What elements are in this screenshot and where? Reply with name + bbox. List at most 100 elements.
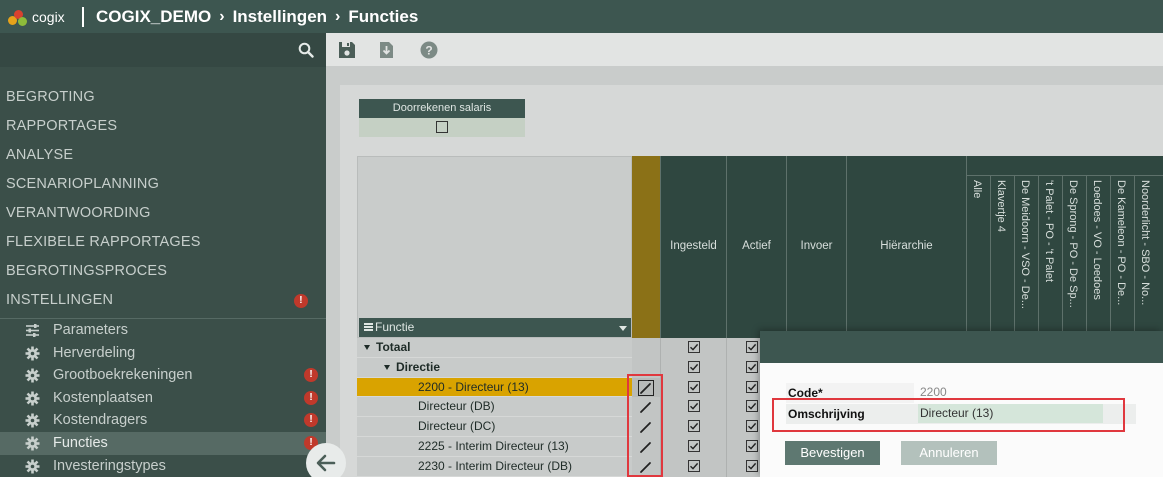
nav-item-begroting[interactable]: BEGROTING [0, 83, 326, 112]
chevron-down-icon[interactable] [619, 326, 627, 331]
checkbox-checked[interactable] [746, 459, 758, 472]
checkbox-checked[interactable] [688, 440, 700, 452]
functie-cell[interactable]: Directeur (DC) [357, 417, 632, 437]
download-icon[interactable] [378, 41, 396, 59]
save-icon[interactable] [338, 41, 356, 59]
table-row[interactable]: Directeur (DC) [357, 417, 760, 437]
sidebar-item-herverdeling[interactable]: Herverdeling [0, 342, 326, 365]
sidebar-item-parameters[interactable]: Parameters [0, 319, 326, 342]
row-label-text: Directeur (DB) [418, 399, 495, 414]
checkmark-icon [690, 383, 699, 391]
breadcrumb-item-workspace[interactable]: COGIX_DEMO [96, 7, 211, 27]
column-header-school[interactable]: De Kameleon - PO - De... [1110, 176, 1134, 338]
sliders-icon [26, 324, 39, 337]
column-header-school[interactable]: De Meidoorn - VSO - De... [1014, 176, 1038, 338]
row-label: Totaal [364, 338, 410, 358]
column-header-school[interactable]: Noorderlicht - SBO - No... [1134, 176, 1158, 338]
edit-cell [632, 338, 660, 358]
sidebar-item-investeringstypes[interactable]: Investeringstypes [0, 455, 326, 477]
column-header-school[interactable]: Loedoes - VO - Loedoes [1086, 176, 1110, 338]
checkbox-checked[interactable] [746, 420, 758, 433]
nav-item-flexibele-rapportages[interactable]: FLEXIBELE RAPPORTAGES [0, 228, 326, 257]
checkbox-checked[interactable] [746, 360, 758, 373]
checkbox-checked[interactable] [746, 440, 758, 452]
column-header-school[interactable]: De Sprong - PO - De Sp... [1062, 176, 1086, 338]
column-header-actief[interactable]: Actief [726, 156, 786, 338]
sidebar-item-kostenplaatsen[interactable]: Kostenplaatsen ! [0, 387, 326, 410]
search-icon[interactable] [298, 42, 314, 58]
checkbox-checked[interactable] [688, 360, 700, 373]
school-columns: Alle Klavertje 4 De Meidoorn - VSO - De.… [966, 156, 1163, 338]
recalc-salary-checkbox[interactable] [436, 121, 448, 133]
table-row[interactable]: 2200 - Directeur (13) [357, 377, 760, 398]
sidebar-item-grootboekrekeningen[interactable]: Grootboekrekeningen ! [0, 364, 326, 387]
checkbox-checked[interactable] [688, 400, 700, 413]
functie-cell[interactable]: 2230 - Interim Directeur (DB) [357, 456, 632, 477]
edit-column-highlight [627, 374, 663, 477]
ingesteld-cell [660, 417, 726, 437]
row-label-text: 2200 - Directeur (13) [418, 379, 529, 394]
cancel-button[interactable]: Annuleren [901, 441, 997, 465]
checkbox-checked[interactable] [746, 380, 758, 393]
alert-icon: ! [304, 368, 318, 383]
column-header-ingesteld[interactable]: Ingesteld [660, 156, 726, 338]
checkbox-checked[interactable] [688, 341, 700, 353]
checkbox-checked[interactable] [746, 400, 758, 413]
table-row[interactable]: Directie [357, 357, 760, 378]
column-header-invoer[interactable]: Invoer [786, 156, 846, 338]
sidebar-item-functies[interactable]: Functies ! [0, 431, 326, 455]
row-label: 2200 - Directeur (13) [418, 378, 529, 398]
actief-cell [726, 456, 760, 477]
functie-cell[interactable]: Directie [357, 357, 632, 378]
back-button[interactable] [306, 443, 346, 477]
sidebar-search[interactable] [0, 33, 326, 67]
table-row[interactable]: Totaal [357, 338, 760, 358]
alert-icon: ! [294, 294, 308, 308]
expand-icon[interactable] [384, 365, 390, 371]
ingesteld-cell [660, 338, 726, 358]
checkbox-checked[interactable] [688, 420, 700, 433]
column-header-alle[interactable]: Alle [966, 176, 990, 338]
nav-item-instellingen[interactable]: INSTELLINGEN! [0, 286, 326, 315]
row-label: 2225 - Interim Directeur (13) [418, 437, 569, 457]
breadcrumb-item-instellingen[interactable]: Instellingen [233, 7, 327, 27]
ingesteld-cell [660, 456, 726, 477]
ingesteld-cell [660, 437, 726, 457]
checkbox-checked[interactable] [688, 459, 700, 472]
help-icon[interactable]: ? [420, 41, 438, 59]
checkbox-checked[interactable] [688, 380, 700, 393]
nav-item-begrotingsproces[interactable]: BEGROTINGSPROCES [0, 257, 326, 286]
table-row[interactable]: 2230 - Interim Directeur (DB) [357, 456, 760, 477]
nav-item-rapportages[interactable]: RAPPORTAGES [0, 112, 326, 141]
functie-column-header[interactable]: Functie [359, 318, 631, 337]
omschrijving-highlight [772, 398, 1125, 432]
functie-cell[interactable]: 2200 - Directeur (13) [357, 377, 632, 398]
row-label: Directie [384, 358, 440, 378]
gear-icon [25, 346, 40, 361]
gear-icon [25, 413, 40, 428]
functie-cell[interactable]: Directeur (DB) [357, 397, 632, 418]
sidebar-item-kostendragers[interactable]: Kostendragers ! [0, 409, 326, 432]
recalc-salary-panel: Doorrekenen salaris [359, 99, 525, 137]
nav-item-verantwoording[interactable]: VERANTWOORDING [0, 199, 326, 228]
functie-cell[interactable]: 2225 - Interim Directeur (13) [357, 437, 632, 457]
breadcrumb-separator: › [335, 7, 341, 25]
nav-item-analyse[interactable]: ANALYSE [0, 141, 326, 170]
checkbox-checked[interactable] [746, 341, 758, 353]
actief-cell [726, 377, 760, 398]
logo[interactable]: cogix [0, 7, 82, 27]
table-row[interactable]: 2225 - Interim Directeur (13) [357, 437, 760, 457]
dialog-header [760, 331, 1163, 363]
expand-icon[interactable] [364, 345, 370, 351]
actief-cell [726, 338, 760, 358]
column-header-school[interactable]: Klavertje 4 [990, 176, 1014, 338]
table-row[interactable]: Directeur (DB) [357, 397, 760, 418]
nav-item-scenarioplanning[interactable]: SCENARIOPLANNING [0, 170, 326, 199]
row-label: Directeur (DC) [418, 417, 495, 437]
column-header-school[interactable]: 't Palet - PO - 't Palet [1038, 176, 1062, 338]
functie-cell[interactable]: Totaal [357, 338, 632, 358]
column-header-hierarchie[interactable]: Hiërarchie [846, 156, 966, 338]
actief-cell [726, 397, 760, 418]
row-label-text: 2230 - Interim Directeur (DB) [418, 458, 573, 473]
confirm-button[interactable]: Bevestigen [785, 441, 880, 465]
